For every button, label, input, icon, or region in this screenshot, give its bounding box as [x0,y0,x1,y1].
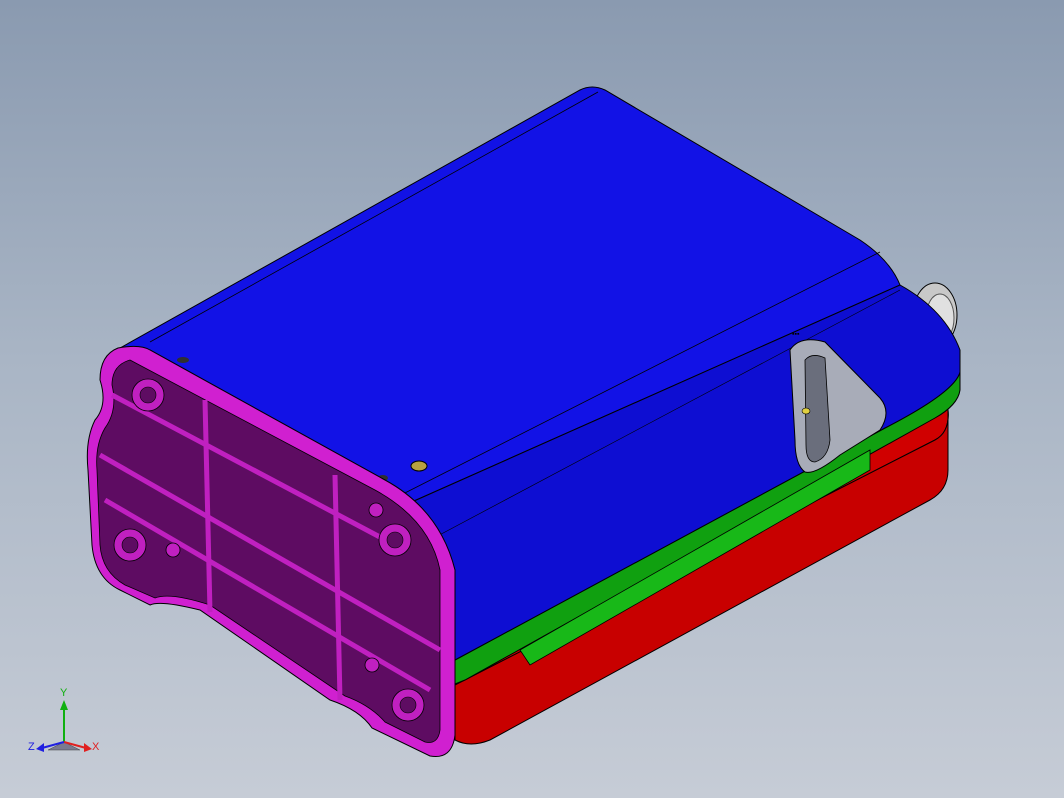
y-axis-label: Y [60,687,68,699]
3d-viewport[interactable]: ▪▪▪ Y X Z [0,0,1064,798]
z-axis-arrow-icon [36,743,44,752]
z-axis-label: Z [28,741,35,753]
x-axis-label: X [92,741,100,753]
cad-model[interactable]: ▪▪▪ [0,0,1064,798]
fastener [410,460,428,472]
x-axis-arrow-icon [84,743,92,752]
fastener [177,357,189,363]
orientation-triad[interactable]: Y X Z [26,684,106,756]
tiny-label: ▪▪▪ [792,331,800,338]
y-axis-arrow-icon [60,700,68,710]
